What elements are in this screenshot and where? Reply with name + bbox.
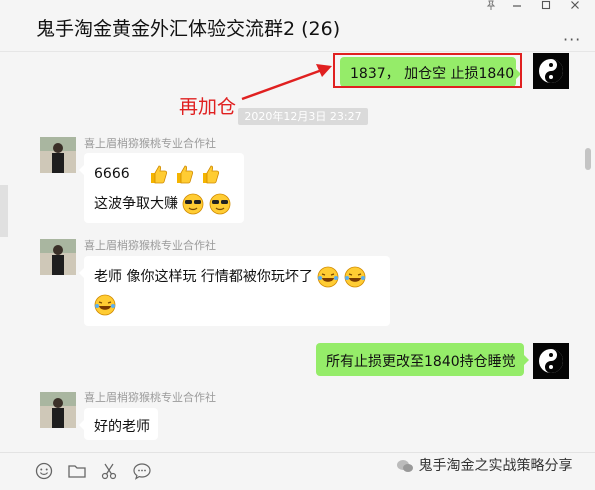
message-text: 6666 (94, 166, 130, 182)
avatar-self[interactable] (533, 53, 569, 89)
timestamp: 2020年12月3日 23:27 (238, 108, 368, 125)
sender-name: 喜上眉梢猕猴桃专业合作社 (84, 137, 216, 150)
watermark: 鬼手淘金之实战策略分享 (396, 455, 572, 475)
message-bubble-other[interactable]: 6666 这波争取大赚 (79, 153, 244, 223)
chat-bubble-icon[interactable] (132, 461, 152, 481)
minimize-icon[interactable] (508, 0, 526, 14)
title-bar: 鬼手淘金黄金外汇体验交流群2 (26) ··· (0, 0, 595, 50)
person-photo-icon (40, 239, 76, 275)
message-bubble-self[interactable]: 所有止损更改至1840持仓睡觉 (316, 343, 529, 376)
thumbs-up-icon (203, 165, 220, 184)
left-edge-strip (0, 185, 8, 237)
thumbs-up-icon (177, 165, 194, 184)
pin-icon[interactable] (482, 0, 500, 14)
message-bubble-other[interactable]: 好的老师 (79, 408, 158, 440)
laughing-tears-emoji-icon (94, 294, 116, 316)
emoji-icon[interactable] (34, 461, 54, 481)
title-divider (0, 51, 595, 52)
scrollbar-thumb[interactable] (585, 148, 591, 170)
laughing-tears-emoji-icon (344, 266, 366, 288)
sunglasses-emoji-icon (209, 193, 231, 215)
avatar-other[interactable] (40, 392, 76, 428)
avatar-self[interactable] (533, 343, 569, 379)
thumbs-up-icon (150, 165, 167, 184)
message-bubble-other[interactable]: 老师 像你这样玩 行情都被你玩坏了 (79, 256, 390, 326)
yin-yang-icon (533, 343, 569, 379)
sunglasses-emoji-icon (183, 193, 204, 215)
message-text: 老师 像你这样玩 行情都被你玩坏了 (94, 269, 313, 285)
chat-title: 鬼手淘金黄金外汇体验交流群2 (26) (36, 18, 341, 40)
yin-yang-icon (533, 53, 569, 89)
annotation-label: 再加仓 (179, 96, 237, 118)
folder-icon[interactable] (67, 461, 87, 481)
message-text: 这波争取大赚 (94, 196, 178, 212)
sender-name: 喜上眉梢猕猴桃专业合作社 (84, 239, 216, 252)
maximize-icon[interactable] (537, 0, 555, 14)
more-options-button[interactable]: ··· (563, 30, 581, 49)
avatar-other[interactable] (40, 137, 76, 173)
person-photo-icon (40, 392, 76, 428)
laughing-tears-emoji-icon (317, 266, 339, 288)
avatar-other[interactable] (40, 239, 76, 275)
scissors-icon[interactable] (99, 461, 119, 481)
person-photo-icon (40, 137, 76, 173)
message-text: 所有止损更改至1840持仓睡觉 (326, 354, 516, 370)
watermark-text: 鬼手淘金之实战策略分享 (418, 458, 573, 474)
close-icon[interactable] (566, 0, 584, 14)
sender-name: 喜上眉梢猕猴桃专业合作社 (84, 391, 216, 404)
message-text: 好的老师 (94, 419, 150, 435)
highlight-box (333, 53, 522, 88)
wechat-logo-icon (397, 460, 413, 472)
